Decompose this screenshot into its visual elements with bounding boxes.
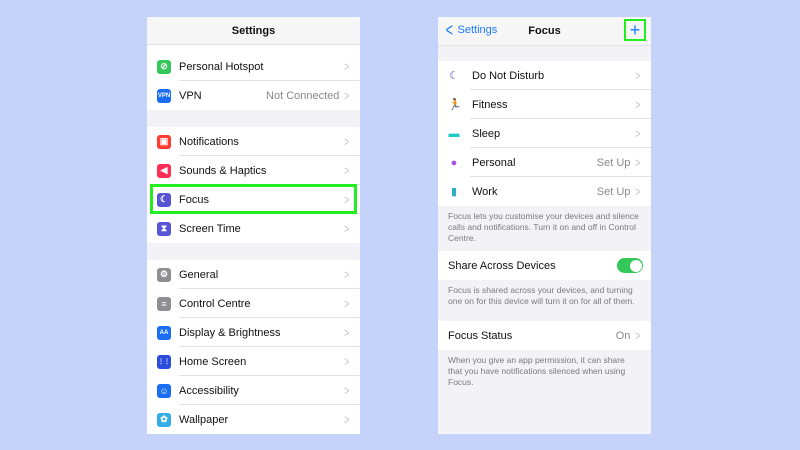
row-wallpaper[interactable]: ✿ Wallpaper > (147, 405, 360, 434)
running-icon: 🏃 (448, 99, 462, 111)
focus-modes-list: ☾ Do Not Disturb > 🏃 Fitness > ▬ Sleep > ● Persona… (438, 61, 651, 206)
bed-icon: ▬ (448, 127, 460, 140)
wallpaper-icon: ✿ (157, 412, 171, 427)
page-title: Settings (231, 25, 276, 37)
chevron-right-icon: > (635, 328, 641, 343)
row-work[interactable]: ▮ Work Set Up > (438, 177, 651, 206)
plus-icon: + (629, 20, 641, 40)
modes-footnote: Focus lets you customise your devices an… (438, 206, 651, 251)
row-general[interactable]: ⚙ General > (147, 260, 360, 289)
row-label: Personal (472, 156, 516, 169)
chevron-right-icon: > (635, 126, 641, 141)
focus-highlight-box (150, 184, 357, 214)
add-focus-button[interactable]: + (624, 19, 646, 41)
focus-navbar: < Settings Focus + (438, 17, 651, 46)
chevron-right-icon: > (635, 97, 641, 112)
row-label: Control Centre (179, 297, 251, 310)
row-do-not-disturb[interactable]: ☾ Do Not Disturb > (438, 61, 651, 90)
share-footnote: Focus is shared across your devices, and… (438, 280, 651, 314)
settings-screen: Settings ⊘ Personal Hotspot > VPN VPN Not Con… (147, 17, 360, 434)
chevron-right-icon: > (344, 383, 350, 398)
control-centre-icon: ≡ (157, 296, 171, 311)
share-label: Share Across Devices (448, 259, 556, 272)
row-label: Sleep (472, 127, 501, 140)
row-fitness[interactable]: 🏃 Fitness > (438, 90, 651, 119)
share-across-devices-row[interactable]: Share Across Devices (438, 251, 651, 280)
row-value: Set Up (596, 185, 631, 198)
row-label: Screen Time (179, 222, 241, 235)
focus-screen: < Settings Focus + ☾ Do Not Disturb > 🏃 Fitn… (438, 17, 651, 434)
row-control-centre[interactable]: ≡ Control Centre > (147, 289, 360, 318)
notifications-icon: ▣ (157, 134, 171, 149)
page-title: Focus (528, 25, 561, 37)
row-label: Display & Brightness (179, 326, 281, 339)
row-accessibility[interactable]: ☺ Accessibility > (147, 376, 360, 405)
row-label: Notifications (179, 135, 239, 148)
chevron-right-icon: > (344, 88, 350, 103)
person-icon: ● (450, 156, 458, 169)
chevron-right-icon: > (344, 296, 350, 311)
chevron-right-icon: > (344, 59, 350, 74)
row-value: Set Up (596, 156, 631, 169)
row-label: VPN (179, 89, 202, 102)
row-vpn[interactable]: VPN VPN Not Connected > (147, 81, 360, 110)
vpn-icon: VPN (157, 88, 171, 103)
row-personal-hotspot[interactable]: ⊘ Personal Hotspot > (147, 52, 360, 81)
settings-group-general: ⚙ General > ≡ Control Centre > AA Display & Bri… (147, 260, 360, 434)
gear-icon: ⚙ (157, 267, 171, 282)
row-label: Sounds & Haptics (179, 164, 267, 177)
chevron-right-icon: > (344, 163, 350, 178)
row-screen-time[interactable]: ⧗ Screen Time > (147, 214, 360, 243)
row-home-screen[interactable]: ⋮⋮ Home Screen > (147, 347, 360, 376)
hotspot-icon: ⊘ (157, 59, 171, 74)
display-icon: AA (157, 325, 171, 340)
chevron-right-icon: > (344, 412, 350, 427)
focus-status-value: On (615, 329, 631, 342)
row-label: Fitness (472, 98, 508, 111)
moon-icon: ☾ (449, 70, 459, 82)
work-badge-icon: ▮ (450, 186, 458, 198)
sounds-icon: ◀ (157, 163, 171, 178)
partial-row (147, 45, 360, 52)
focus-status-row[interactable]: Focus Status On > (438, 321, 651, 350)
settings-navbar: Settings (147, 17, 360, 45)
chevron-right-icon: > (635, 68, 641, 83)
chevron-right-icon: > (635, 184, 641, 199)
row-display-brightness[interactable]: AA Display & Brightness > (147, 318, 360, 347)
chevron-right-icon: > (344, 267, 350, 282)
hourglass-icon: ⧗ (157, 221, 171, 236)
row-sounds-haptics[interactable]: ◀ Sounds & Haptics > (147, 156, 360, 185)
row-personal[interactable]: ● Personal Set Up > (438, 148, 651, 177)
share-across-devices-toggle[interactable] (617, 258, 643, 273)
status-footnote: When you give an app permission, it can … (438, 350, 651, 395)
focus-status-label: Focus Status (448, 329, 513, 342)
chevron-right-icon: > (344, 325, 350, 340)
chevron-right-icon: > (344, 354, 350, 369)
chevron-right-icon: > (635, 155, 641, 170)
row-label: Work (472, 185, 498, 198)
row-label: Do Not Disturb (472, 69, 545, 82)
row-sleep[interactable]: ▬ Sleep > (438, 119, 651, 148)
accessibility-icon: ☺ (157, 383, 171, 398)
row-label: General (179, 268, 219, 281)
chevron-right-icon: > (344, 134, 350, 149)
row-label: Personal Hotspot (179, 60, 264, 73)
chevron-right-icon: > (344, 221, 350, 236)
row-label: Wallpaper (179, 413, 229, 426)
row-notifications[interactable]: ▣ Notifications > (147, 127, 360, 156)
settings-group-network: ⊘ Personal Hotspot > VPN VPN Not Connected > (147, 52, 360, 110)
row-label: Accessibility (179, 384, 239, 397)
home-screen-icon: ⋮⋮ (157, 354, 171, 369)
row-value: Not Connected (266, 89, 340, 102)
row-label: Home Screen (179, 355, 247, 368)
